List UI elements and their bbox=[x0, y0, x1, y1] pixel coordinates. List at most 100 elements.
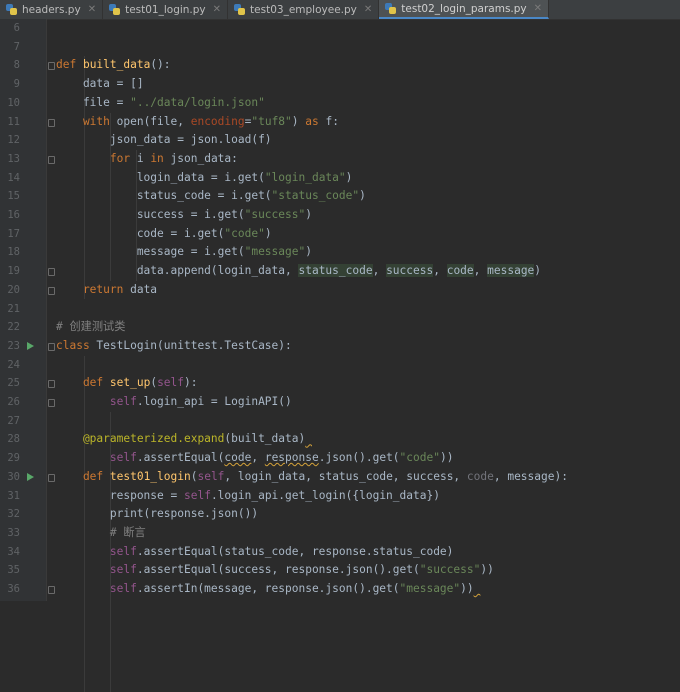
code-line[interactable]: 28 @parameterized.expand(built_data) bbox=[0, 430, 680, 449]
line-number: 27 bbox=[7, 414, 20, 427]
code-token: "message" bbox=[399, 582, 461, 595]
code-token: json_data = json.load(f) bbox=[56, 133, 272, 147]
fold-marker-icon[interactable] bbox=[48, 286, 55, 295]
code-line[interactable]: 9 data = [] bbox=[0, 75, 680, 94]
tab-test01-login-py[interactable]: test01_login.py ✕ bbox=[103, 0, 229, 19]
tab-label: test03_employee.py bbox=[250, 3, 357, 16]
fold-marker-icon[interactable] bbox=[48, 118, 55, 127]
fold-marker-icon[interactable] bbox=[48, 380, 55, 389]
code-text: def test01_login(self, login_data, statu… bbox=[56, 468, 568, 487]
code-text: login_data = i.get("login_data") bbox=[56, 169, 353, 188]
code-line[interactable]: 34 self.assertEqual(status_code, respons… bbox=[0, 543, 680, 562]
code-token: def bbox=[56, 58, 83, 72]
fold-marker-icon[interactable] bbox=[48, 268, 55, 277]
code-token: )) bbox=[480, 563, 494, 577]
code-text: print(response.json()) bbox=[56, 505, 258, 524]
code-line[interactable]: 25 def set_up(self): bbox=[0, 374, 680, 393]
code-line[interactable]: 17 code = i.get("code") bbox=[0, 225, 680, 244]
code-line[interactable]: 22 # 创建测试类 bbox=[0, 318, 680, 337]
fold-marker-icon[interactable] bbox=[48, 62, 55, 71]
code-line[interactable]: 32 print(response.json()) bbox=[0, 505, 680, 524]
code-line[interactable]: 24 bbox=[0, 356, 680, 375]
code-token: self bbox=[56, 544, 137, 558]
code-token: message bbox=[487, 264, 535, 278]
code-line[interactable]: 8 def built_data(): bbox=[0, 56, 680, 75]
code-token: @parameterized.expand bbox=[56, 432, 225, 446]
code-token: ): bbox=[184, 376, 198, 390]
code-line[interactable]: 20 return data bbox=[0, 281, 680, 300]
code-line[interactable]: 15 status_code = i.get("status_code") bbox=[0, 187, 680, 206]
code-line[interactable]: 21 bbox=[0, 300, 680, 319]
close-icon[interactable]: ✕ bbox=[534, 3, 542, 14]
code-line[interactable]: 36 self.assertIn(message, response.json(… bbox=[0, 580, 680, 599]
code-token: print(response.json()) bbox=[56, 507, 259, 521]
code-line[interactable]: 13 for i in json_data: bbox=[0, 150, 680, 169]
code-line[interactable]: 29 self.assertEqual(code, response.json(… bbox=[0, 449, 680, 468]
code-token: with bbox=[56, 114, 117, 128]
code-line[interactable]: 11 with open(file, encoding="tuf8") as f… bbox=[0, 113, 680, 132]
code-token: )) bbox=[460, 582, 474, 595]
code-text: data = [] bbox=[56, 75, 144, 94]
code-text: file = "../data/login.json" bbox=[56, 94, 265, 113]
line-number: 14 bbox=[7, 171, 20, 184]
run-icon[interactable] bbox=[27, 341, 34, 350]
close-icon[interactable]: ✕ bbox=[213, 4, 221, 15]
code-token: , bbox=[372, 264, 387, 278]
code-token: set_up bbox=[109, 376, 151, 390]
code-line[interactable]: 27 bbox=[0, 412, 680, 431]
code-line[interactable]: 16 success = i.get("success") bbox=[0, 206, 680, 225]
code-token: json_data: bbox=[170, 151, 238, 165]
code-token: "login_data" bbox=[264, 170, 346, 184]
run-icon[interactable] bbox=[27, 472, 34, 481]
code-line[interactable]: 18 message = i.get("message") bbox=[0, 243, 680, 262]
line-number: 36 bbox=[7, 583, 20, 595]
code-line[interactable]: 19 data.append(login_data, status_code, … bbox=[0, 262, 680, 281]
line-number: 15 bbox=[7, 190, 20, 203]
tab-label: headers.py bbox=[22, 3, 81, 16]
code-line[interactable]: 12 json_data = json.load(f) bbox=[0, 131, 680, 150]
code-text: success = i.get("success") bbox=[56, 206, 312, 225]
code-token: open(file, bbox=[116, 114, 191, 128]
fold-marker-icon[interactable] bbox=[48, 586, 55, 594]
code-token: self bbox=[183, 488, 211, 502]
code-line[interactable]: 10 file = "../data/login.json" bbox=[0, 94, 680, 113]
tab-test03-employee-py[interactable]: test03_employee.py ✕ bbox=[228, 0, 380, 19]
line-number: 23 bbox=[7, 339, 20, 352]
tab-label: test02_login_params.py bbox=[401, 2, 527, 15]
editor-tab-bar: headers.py ✕ test01_login.py ✕ test03_employ… bbox=[0, 0, 680, 20]
code-token: , login_data, status_code, success, bbox=[224, 469, 467, 483]
code-line[interactable]: 33 # 断言 bbox=[0, 524, 680, 543]
code-token: success = i.get( bbox=[56, 208, 245, 221]
fold-marker-icon[interactable] bbox=[48, 399, 55, 407]
code-line[interactable]: 26 self.login_api = LoginAPI() bbox=[0, 393, 680, 412]
close-icon[interactable]: ✕ bbox=[364, 4, 372, 15]
code-line[interactable]: 23 class TestLogin(unittest.TestCase): bbox=[0, 337, 680, 356]
code-token: , bbox=[251, 451, 265, 465]
code-line[interactable]: 35 self.assertEqual(success, response.js… bbox=[0, 561, 680, 580]
line-number: 24 bbox=[7, 358, 20, 371]
line-number: 26 bbox=[7, 396, 20, 408]
tab-test02-login-params-py[interactable]: test02_login_params.py ✕ bbox=[379, 0, 550, 19]
line-number: 9 bbox=[13, 78, 20, 91]
code-line[interactable]: 31 response = self.login_api.get_login({… bbox=[0, 487, 680, 506]
code-editor[interactable]: 6 7 8 def built_data(): 9 data = [] 10 file =… bbox=[0, 19, 680, 692]
line-number: 11 bbox=[7, 115, 20, 128]
code-line[interactable]: 30 def test01_login(self, login_data, st… bbox=[0, 468, 680, 487]
code-token: ) bbox=[359, 189, 366, 203]
code-line[interactable]: 6 bbox=[0, 19, 680, 38]
code-token: status_code = i.get( bbox=[56, 189, 272, 203]
code-token: "code" bbox=[399, 451, 440, 465]
close-icon[interactable]: ✕ bbox=[88, 4, 96, 15]
fold-marker-icon[interactable] bbox=[48, 473, 55, 482]
code-line[interactable]: 14 login_data = i.get("login_data") bbox=[0, 169, 680, 188]
fold-marker-icon[interactable] bbox=[48, 342, 55, 351]
fold-marker-icon[interactable] bbox=[48, 155, 55, 164]
tab-headers-py[interactable]: headers.py ✕ bbox=[0, 0, 104, 19]
code-line[interactable]: 7 bbox=[0, 38, 680, 57]
code-token: status_code bbox=[298, 264, 373, 278]
code-token: response = bbox=[56, 488, 184, 502]
code-text: class TestLogin(unittest.TestCase): bbox=[56, 337, 292, 356]
line-number: 17 bbox=[7, 227, 20, 240]
line-number: 22 bbox=[7, 321, 20, 334]
